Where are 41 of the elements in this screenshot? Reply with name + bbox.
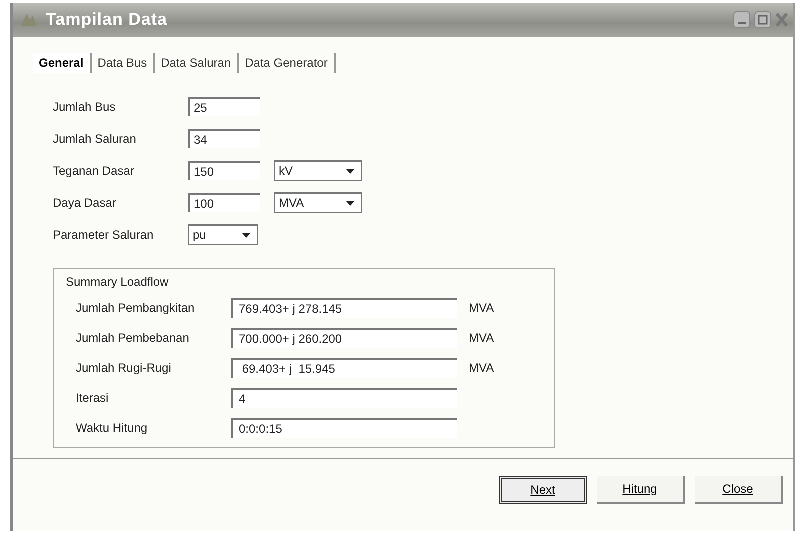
tab[interactable]: Data Generator (239, 53, 336, 73)
caret-icon (346, 168, 355, 174)
field-label: Jumlah Saluran (53, 132, 138, 146)
field-label: Teganan Dasar (53, 164, 136, 178)
output-field: 69.403+ j 15.945 (231, 358, 457, 378)
input-field[interactable]: 34 (188, 129, 260, 148)
field-label: Iterasi (76, 391, 110, 405)
close-icon[interactable] (775, 11, 789, 29)
window-title: Tampilan Data (46, 10, 168, 30)
tab[interactable]: Data Saluran (155, 53, 240, 73)
field-label: Parameter Saluran (53, 228, 155, 242)
input-field[interactable]: 150 (188, 161, 260, 180)
output-field: 700.000+ j 260.200 (231, 328, 457, 348)
output-field: 0:0:0:15 (231, 418, 457, 438)
unit-label: MVA (469, 331, 494, 345)
field-label: Jumlah Pembangkitan (76, 301, 196, 315)
tab[interactable]: Data Bus (92, 53, 156, 73)
dialog-button[interactable]: Next (499, 476, 587, 504)
dialog-button[interactable]: Hitung (597, 476, 685, 504)
dialog-button[interactable]: Close (695, 476, 783, 504)
unit-dropdown[interactable]: kV (274, 160, 362, 181)
group-title: Summary Loadflow (66, 275, 169, 289)
field-label: Waktu Hitung (76, 421, 149, 435)
caret-icon (242, 232, 251, 238)
dropdown[interactable]: pu (188, 224, 258, 245)
app-icon (19, 12, 39, 28)
input-field[interactable]: 100 (188, 193, 260, 212)
caret-icon (346, 200, 355, 206)
field-label: Jumlah Bus (53, 100, 117, 114)
unit-label: MVA (469, 361, 494, 375)
field-label: Daya Dasar (53, 196, 118, 210)
minimize-icon[interactable] (733, 11, 751, 29)
unit-label: MVA (469, 301, 494, 315)
field-label: Jumlah Pembebanan (76, 331, 190, 345)
input-field[interactable]: 25 (188, 97, 260, 116)
tab[interactable]: General (33, 53, 92, 73)
output-field: 4 (231, 388, 457, 408)
unit-dropdown[interactable]: MVA (274, 192, 362, 213)
maximize-icon[interactable] (754, 11, 772, 29)
output-field: 769.403+ j 278.145 (231, 298, 457, 318)
field-label: Jumlah Rugi-Rugi (76, 361, 172, 375)
